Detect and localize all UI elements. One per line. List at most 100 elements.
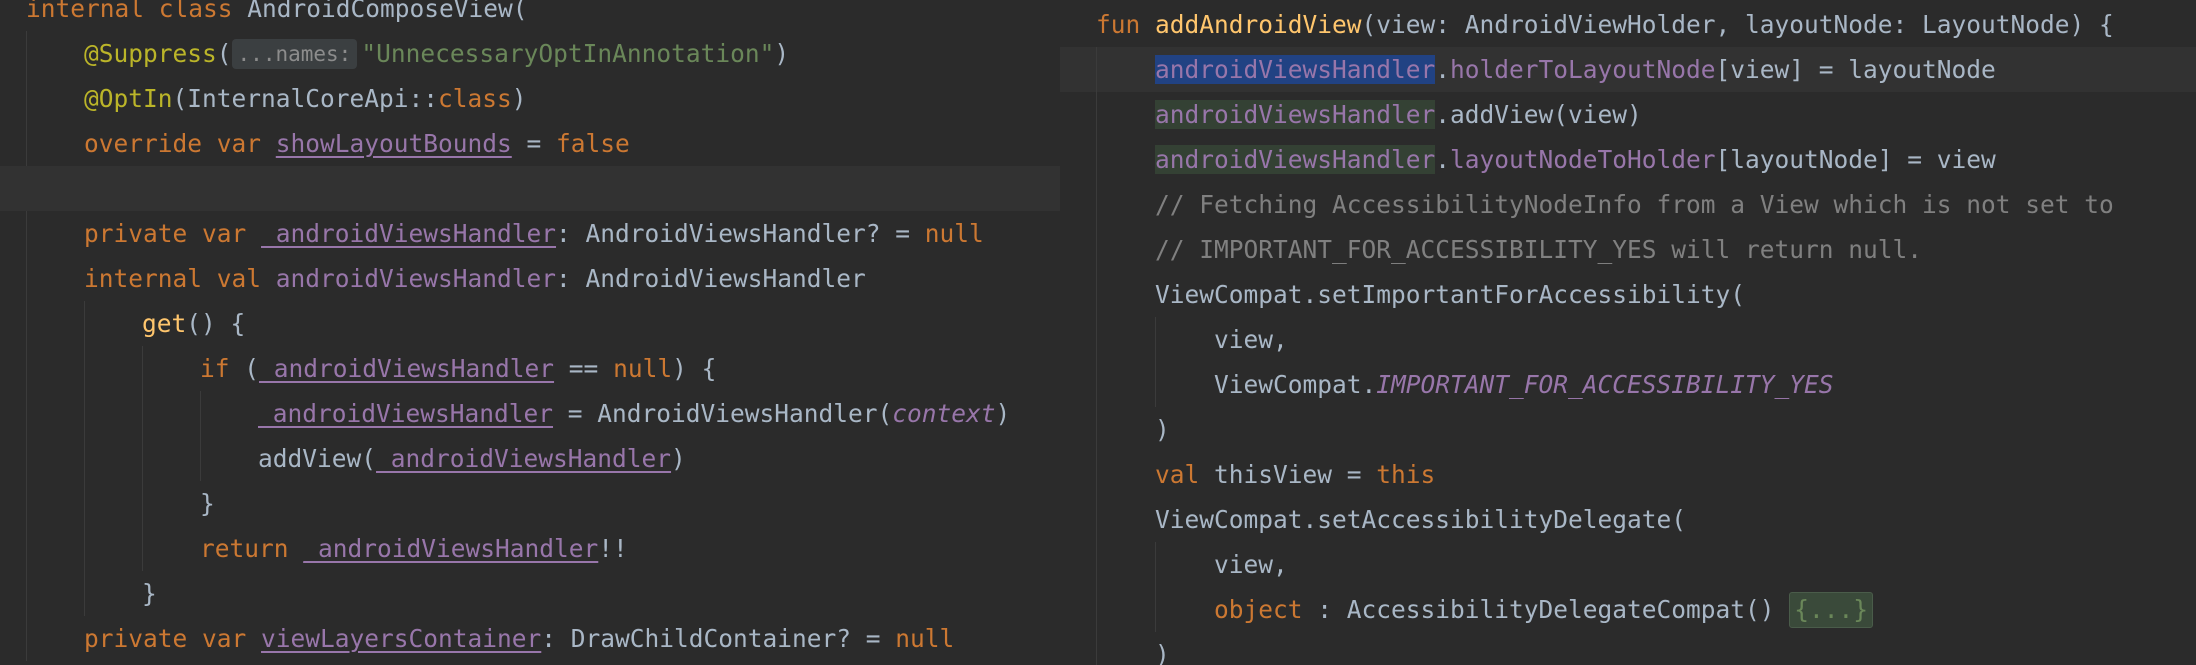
code-line[interactable]: ) [1060,632,2196,665]
code-token: : DrawChildContainer? = [541,624,896,653]
code-token: private var [84,624,262,653]
indent-guide [1096,587,1097,632]
code-token: get [142,309,187,338]
indent-guide [26,481,27,526]
code-token: null [895,624,955,653]
code-line-current[interactable] [0,166,1060,211]
code-token: return [200,534,304,563]
code-text: val thisView = this [1155,452,1435,497]
code-token: _androidViewsHandler [376,444,672,473]
indent-guide [26,31,27,76]
code-line[interactable]: private var _androidViewsHandler: Androi… [0,211,1060,256]
indent-guide [1096,92,1097,137]
right-code-editor[interactable]: fun addAndroidView(view: AndroidViewHold… [1060,0,2196,665]
code-text: internal val androidViewsHandler: Androi… [84,256,866,301]
indent-guide [1155,317,1156,362]
code-token: context [892,399,996,428]
code-text: @Suppress(...names: "UnnecessaryOptInAnno… [84,31,789,76]
indent-guide [1155,542,1156,587]
code-token: ) [671,444,686,473]
code-line[interactable]: ViewCompat.setAccessibilityDelegate( [1060,497,2196,542]
indent-guide [26,616,27,661]
code-token: ViewCompat. [1214,370,1377,399]
code-token: _androidViewsHandler [258,399,554,428]
code-line[interactable]: view, [1060,317,2196,362]
code-text: return _androidViewsHandler!! [200,526,628,571]
code-line-current[interactable]: androidViewsHandler.holderToLayoutNode[v… [1060,47,2196,92]
code-line[interactable]: val thisView = this [1060,452,2196,497]
code-token: == [554,354,614,383]
code-line[interactable]: // IMPORTANT_FOR_ACCESSIBILITY_YES will … [1060,227,2196,272]
code-line[interactable]: ViewCompat.IMPORTANT_FOR_ACCESSIBILITY_Y… [1060,362,2196,407]
code-line[interactable]: ViewCompat.setImportantForAccessibility( [1060,272,2196,317]
code-text: private var _androidViewsHandler: Androi… [84,211,984,256]
left-code-editor[interactable]: internal class AndroidComposeView(@Suppr… [0,0,1060,665]
highlighted-usage: androidViewsHandler [1155,145,1436,174]
code-line[interactable]: return _androidViewsHandler!! [0,526,1060,571]
code-token: ) [511,84,527,113]
code-line[interactable]: ) [1060,407,2196,452]
code-text: view, [1214,542,1288,587]
code-line[interactable]: internal class AndroidComposeView( [0,0,1060,31]
code-line[interactable]: androidViewsHandler.layoutNodeToHolder[l… [1060,137,2196,182]
code-text: get() { [142,301,245,346]
code-token: this [1376,460,1436,489]
code-text: androidViewsHandler.addView(view) [1155,92,1642,137]
indent-guide [1096,272,1097,317]
editor-root: internal class AndroidComposeView(@Suppr… [0,0,2196,665]
indent-guide [84,436,85,481]
indent-guide [26,571,27,616]
indent-guide [84,571,85,616]
code-text: androidViewsHandler.holderToLayoutNode[v… [1155,47,1996,92]
code-line[interactable]: object : AccessibilityDelegateCompat() {… [1060,587,2196,632]
code-text: if (_androidViewsHandler == null) { [200,346,716,391]
indent-guide [1096,452,1097,497]
code-text: ) [1155,632,1170,665]
code-token: ) [774,39,790,68]
code-token: private var [84,219,262,248]
code-text: // IMPORTANT_FOR_ACCESSIBILITY_YES will … [1155,227,1922,272]
code-line[interactable]: } [0,571,1060,616]
code-line[interactable]: androidViewsHandler.addView(view) [1060,92,2196,137]
indent-guide [26,211,27,256]
indent-guide [1155,362,1156,407]
code-line[interactable]: view, [1060,542,2196,587]
code-line[interactable]: override var showLayoutBounds = false [0,121,1060,166]
code-line[interactable]: @Suppress(...names: "UnnecessaryOptInAnno… [0,31,1060,76]
code-line[interactable]: internal val androidViewsHandler: Androi… [0,256,1060,301]
code-line[interactable]: // Fetching AccessibilityNodeInfo from a… [1060,182,2196,227]
code-token: [layoutNode] = view [1715,145,1996,174]
code-line[interactable]: fun addAndroidView(view: AndroidViewHold… [1060,2,2196,47]
indent-guide [26,346,27,391]
code-token: internal val [84,264,276,293]
code-line[interactable]: } [0,481,1060,526]
code-line[interactable]: if (_androidViewsHandler == null) { [0,346,1060,391]
code-token: ViewCompat.setAccessibilityDelegate( [1155,505,1687,534]
code-token: : AccessibilityDelegateCompat() [1317,595,1790,624]
indent-guide [26,301,27,346]
code-token: } [142,579,157,608]
code-line[interactable]: @OptIn(InternalCoreApi::class) [0,76,1060,121]
code-line[interactable]: private var viewLayersContainer: DrawChi… [0,616,1060,661]
code-text: view, [1214,317,1288,362]
code-token: androidViewsHandler [275,264,557,293]
code-line[interactable]: _androidViewsHandler = AndroidViewsHandl… [0,391,1060,436]
code-line[interactable]: addView(_androidViewsHandler) [0,436,1060,481]
code-token: view, [1214,550,1288,579]
code-token: @Suppress [84,39,217,68]
code-text: @OptIn(InternalCoreApi::class) [84,76,527,121]
folded-code-block[interactable]: {...} [1789,592,1874,628]
indent-guide [84,301,85,346]
code-token: holderToLayoutNode [1450,55,1716,84]
indent-guide [1096,407,1097,452]
indent-guide [142,481,143,526]
indent-guide [200,391,201,436]
indent-guide [142,436,143,481]
code-text: } [200,481,215,526]
indent-guide [142,526,143,571]
code-line[interactable]: get() { [0,301,1060,346]
code-token: _androidViewsHandler [261,219,557,248]
code-token: ) { [672,354,717,383]
code-token: ) [1155,640,1170,665]
code-comment: // IMPORTANT_FOR_ACCESSIBILITY_YES will … [1155,235,1923,264]
